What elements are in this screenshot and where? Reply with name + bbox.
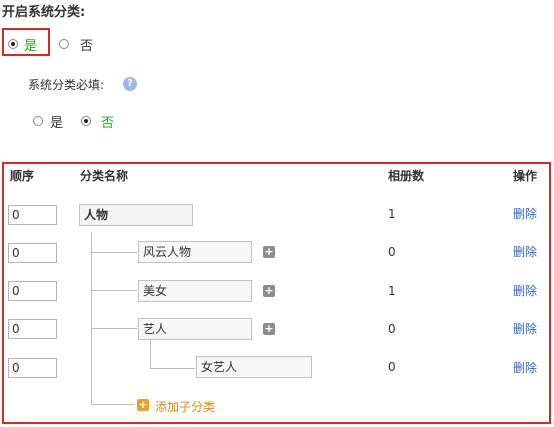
album-count: 0: [388, 360, 396, 374]
column-header-order: 顺序: [10, 169, 35, 183]
order-input[interactable]: 0: [8, 319, 57, 339]
category-name-input[interactable]: 风云人物: [138, 241, 252, 263]
tree-branch: [150, 368, 195, 369]
album-count: 1: [388, 284, 396, 298]
required-no-radio[interactable]: [81, 116, 91, 126]
category-name-input[interactable]: 人物: [79, 204, 193, 226]
tree-branch: [91, 404, 135, 405]
album-count: 1: [388, 207, 396, 221]
order-input[interactable]: 0: [8, 243, 57, 263]
tree-line-level2: [150, 340, 151, 368]
tree-branch: [91, 252, 137, 253]
add-square-icon: +: [137, 398, 149, 411]
category-name-input[interactable]: 美女: [138, 280, 252, 302]
column-header-count: 相册数: [388, 169, 425, 183]
column-header-name: 分类名称: [80, 169, 129, 183]
category-table-highlight: [2, 162, 551, 424]
album-count: 0: [388, 245, 396, 259]
plus-square-icon[interactable]: +: [263, 285, 275, 297]
plus-square-icon[interactable]: +: [263, 246, 275, 258]
required-heading: 系统分类必填:: [28, 78, 105, 92]
plus-square-icon[interactable]: +: [263, 323, 275, 335]
required-yes-label: 是: [50, 116, 64, 131]
required-yes-radio[interactable]: [33, 116, 43, 126]
tree-branch: [91, 328, 137, 329]
add-child-category-label: 添加子分类: [155, 400, 216, 414]
album-count: 0: [388, 322, 396, 336]
enable-yes-label: 是: [24, 39, 38, 54]
enable-no-radio[interactable]: [59, 39, 69, 49]
delete-link[interactable]: 删除: [513, 359, 537, 376]
question-circle-icon[interactable]: ?: [123, 77, 137, 91]
category-name-input[interactable]: 女艺人: [196, 356, 312, 378]
enable-no-label: 否: [80, 39, 94, 54]
order-input[interactable]: 0: [8, 358, 57, 378]
required-no-label: 否: [101, 116, 115, 131]
tree-line-level1: [91, 232, 92, 404]
column-header-action: 操作: [513, 169, 538, 183]
category-name-input[interactable]: 艺人: [138, 318, 252, 340]
delete-link[interactable]: 删除: [513, 205, 537, 222]
order-input[interactable]: 0: [8, 205, 57, 225]
delete-link[interactable]: 删除: [513, 320, 537, 337]
enable-system-category-heading: 开启系统分类:: [2, 5, 86, 20]
delete-link[interactable]: 删除: [513, 282, 537, 299]
order-input[interactable]: 0: [8, 281, 57, 301]
enable-yes-radio[interactable]: [8, 39, 18, 49]
tree-branch: [91, 290, 137, 291]
delete-link[interactable]: 删除: [513, 243, 537, 260]
